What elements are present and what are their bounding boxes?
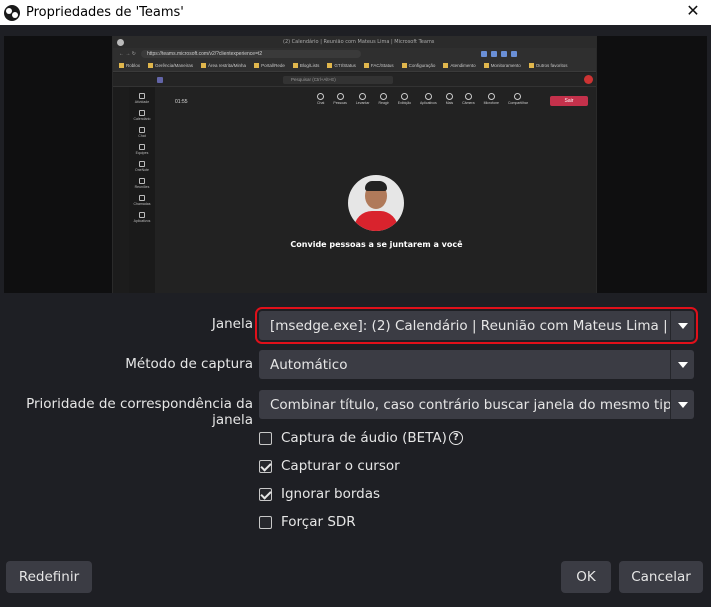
- favorite-item: GTI/Status: [327, 63, 356, 68]
- meeting-control: Reagir: [378, 93, 389, 105]
- teams-search: Pesquisar (Ctrl+Alt+E): [283, 75, 393, 84]
- window-select[interactable]: [msedge.exe]: (2) Calendário | Reunião c…: [255, 307, 698, 344]
- meeting-timer: 01:55: [175, 99, 188, 105]
- priority-select[interactable]: Combinar título, caso contrário buscar j…: [259, 390, 694, 419]
- rail-item: Chat: [138, 127, 146, 138]
- chevron-down-icon[interactable]: [670, 311, 694, 340]
- favorite-item: Blog/Lists: [293, 63, 320, 68]
- ignore-borders-checkbox[interactable]: Ignorar bordas: [259, 486, 380, 502]
- browser-tab-strip: (2) Calendário | Reunião com Mateus Lima…: [113, 36, 596, 48]
- audio-capture-checkbox[interactable]: Captura de áudio (BETA) ?: [259, 430, 463, 446]
- favorite-item: Área restrita/Minha: [201, 63, 246, 68]
- checkbox-checked[interactable]: [259, 459, 272, 473]
- favorite-item: Roblox: [119, 63, 140, 68]
- capture-method-label: Método de captura: [125, 356, 253, 372]
- obs-icon: [4, 4, 20, 21]
- meeting-control: Câmera: [462, 93, 475, 105]
- reset-button[interactable]: Redefinir: [6, 561, 92, 593]
- back-icon: ← → ↻: [119, 51, 136, 57]
- leave-button: Sair: [550, 96, 588, 106]
- meeting-control: Chat: [317, 93, 324, 105]
- force-sdr-checkbox[interactable]: Forçar SDR: [259, 514, 356, 530]
- checkbox-unchecked[interactable]: [259, 431, 272, 445]
- cancel-button[interactable]: Cancelar: [619, 561, 703, 593]
- browser-address-bar: ← → ↻ https://teams.microsoft.com/v2/?cl…: [113, 48, 596, 60]
- capture-method-value: Automático: [270, 356, 348, 373]
- meeting-control: Microfone: [484, 93, 499, 105]
- ignore-borders-label: Ignorar bordas: [281, 486, 381, 502]
- favorite-item: FAC/Status: [364, 63, 394, 68]
- favorite-item: Portal/Rede: [254, 63, 285, 68]
- help-icon[interactable]: ?: [448, 431, 463, 445]
- teams-rail: Atividade Calendário Chat Equipes OneNot…: [129, 87, 155, 293]
- window-preview: (2) Calendário | Reunião com Mateus Lima…: [112, 36, 597, 293]
- meeting-control: Levantar: [356, 93, 369, 105]
- profile-icon: [117, 38, 124, 46]
- favorite-item: Outros favoritos: [529, 63, 568, 68]
- capture-cursor-checkbox[interactable]: Capturar o cursor: [259, 458, 400, 474]
- browser-tab-title: (2) Calendário | Reunião com Mateus Lima…: [283, 39, 435, 45]
- chevron-down-icon[interactable]: [670, 350, 694, 379]
- meeting-controls: Chat Pessoas Levantar Reagir Exibição Ap…: [317, 93, 528, 105]
- rail-item: Equipes: [136, 144, 148, 155]
- rail-item: OneNote: [135, 161, 149, 172]
- meeting-stage: 01:55 Chat Pessoas Levantar Reagir Exibi…: [155, 87, 596, 293]
- favorites-bar: Roblox Gerência/Maneiras Área restrita/M…: [113, 60, 596, 72]
- rail-item: Chamadas: [134, 195, 150, 206]
- capture-cursor-label: Capturar o cursor: [281, 458, 400, 474]
- window-select-value: [msedge.exe]: (2) Calendário | Reunião c…: [270, 317, 670, 334]
- force-sdr-label: Forçar SDR: [281, 514, 356, 530]
- rail-item: Calendário: [134, 110, 150, 121]
- ok-button[interactable]: OK: [561, 561, 611, 593]
- extensions-icons: [480, 51, 517, 57]
- meeting-control: Mais: [446, 93, 453, 105]
- favorite-item: Monitoramento: [484, 63, 521, 68]
- favorite-item: Configuração: [402, 63, 436, 68]
- browser-url: https://teams.microsoft.com/v2/?clientex…: [140, 50, 361, 58]
- title-bar: Propriedades de 'Teams' ✕: [0, 0, 711, 25]
- participant-avatar: [348, 175, 404, 231]
- avatar: [584, 75, 593, 84]
- close-icon[interactable]: ✕: [683, 2, 703, 22]
- audio-capture-label: Captura de áudio (BETA): [281, 430, 447, 446]
- priority-value: Combinar título, caso contrário buscar j…: [270, 396, 670, 413]
- checkbox-unchecked[interactable]: [259, 515, 272, 529]
- invite-text: Convide pessoas a se juntarem a você: [290, 240, 463, 249]
- capture-method-select[interactable]: Automático: [259, 350, 694, 379]
- meeting-control: Pessoas: [333, 93, 347, 105]
- rail-item: Reuniões: [135, 178, 149, 189]
- chevron-down-icon[interactable]: [670, 390, 694, 419]
- teams-top-bar: Pesquisar (Ctrl+Alt+E): [113, 73, 596, 87]
- checkbox-checked[interactable]: [259, 487, 272, 501]
- meeting-control: Compartilhar: [508, 93, 528, 105]
- browser-sidebar: [113, 73, 129, 293]
- favorite-item: Atendimento: [443, 63, 475, 68]
- meeting-control: Exibição: [398, 93, 411, 105]
- meeting-control: Aplicativos: [420, 93, 437, 105]
- priority-label: Prioridade de correspondência da janela: [26, 396, 253, 428]
- favorite-item: Gerência/Maneiras: [148, 63, 193, 68]
- rail-item: Atividade: [135, 93, 149, 104]
- window-title: Propriedades de 'Teams': [26, 5, 184, 20]
- window-label: Janela: [211, 316, 253, 332]
- teams-icon: [157, 76, 163, 83]
- rail-item: Aplicativos: [134, 212, 150, 223]
